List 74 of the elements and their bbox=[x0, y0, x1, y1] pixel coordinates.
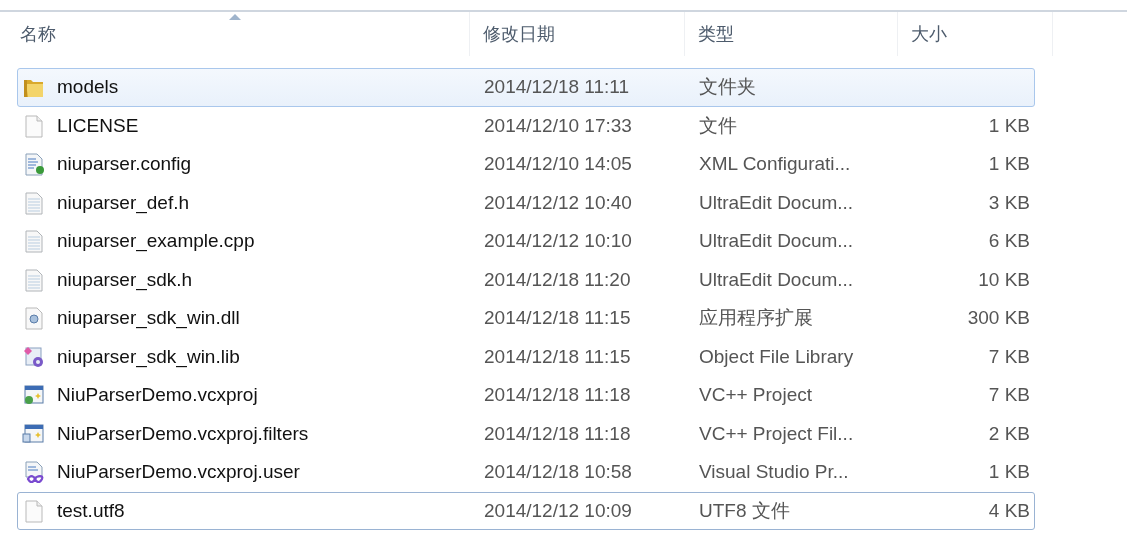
modified-date: 2014/12/18 10:58 bbox=[484, 461, 632, 483]
modified-date: 2014/12/10 17:33 bbox=[484, 114, 632, 136]
text-file-icon bbox=[22, 267, 46, 292]
column-header[interactable]: 名称 bbox=[0, 12, 470, 56]
library-icon bbox=[22, 344, 46, 369]
file-row[interactable]: niuparser.config 2014/12/10 14:05 XML Configurati... 1 KB bbox=[17, 145, 1035, 184]
file-type: VC++ Project Fil... bbox=[699, 422, 854, 444]
sort-arrow-icon bbox=[227, 13, 242, 20]
config-file-icon bbox=[22, 152, 46, 177]
file-type: UltraEdit Docum... bbox=[699, 191, 854, 213]
column-header[interactable]: 大小 bbox=[898, 12, 1053, 56]
file-name: LICENSE bbox=[57, 114, 139, 137]
modified-date: 2014/12/10 14:05 bbox=[484, 153, 632, 175]
file-size: 6 KB bbox=[988, 230, 1030, 252]
file-size: 10 KB bbox=[978, 268, 1030, 290]
file-type: XML Configurati... bbox=[699, 153, 851, 175]
file-row[interactable]: test.utf8 2014/12/12 10:09 UTF8 文件 4 KB bbox=[17, 491, 1035, 530]
file-type: 文件 bbox=[699, 114, 737, 136]
file-name: niuparser.config bbox=[57, 153, 192, 176]
file-size: 7 KB bbox=[988, 384, 1030, 406]
file-name: models bbox=[57, 76, 119, 99]
file-size: 1 KB bbox=[988, 461, 1030, 483]
file-row[interactable]: niuparser_sdk.h 2014/12/18 11:20 UltraEdit Docum... 10 KB bbox=[17, 260, 1035, 299]
text-file-icon bbox=[22, 190, 46, 215]
file-name: NiuParserDemo.vcxproj bbox=[57, 384, 258, 407]
file-icon bbox=[22, 498, 46, 523]
file-row[interactable]: niuparser_def.h 2014/12/12 10:40 UltraEdit Docum... 3 KB bbox=[17, 183, 1035, 222]
file-row[interactable]: models 2014/12/18 11:11 文件夹 bbox=[17, 68, 1035, 107]
file-name: NiuParserDemo.vcxproj.user bbox=[57, 461, 300, 484]
infinity-file-icon bbox=[22, 460, 46, 485]
file-type: Visual Studio Pr... bbox=[699, 461, 849, 483]
file-size: 3 KB bbox=[988, 191, 1030, 213]
file-row[interactable]: niuparser_sdk_win.lib 2014/12/18 11:15 Object File Library 7 KB bbox=[17, 337, 1035, 376]
file-type: Object File Library bbox=[699, 345, 854, 367]
file-name: niuparser_def.h bbox=[57, 191, 190, 214]
column-header[interactable]: 修改日期 bbox=[470, 12, 685, 56]
modified-date: 2014/12/12 10:40 bbox=[484, 191, 632, 213]
file-name: test.utf8 bbox=[57, 499, 125, 522]
file-name: niuparser_example.cpp bbox=[57, 230, 255, 253]
file-size: 300 KB bbox=[967, 307, 1030, 329]
file-name: niuparser_sdk_win.lib bbox=[57, 345, 240, 368]
file-row[interactable]: NiuParserDemo.vcxproj.filters 2014/12/18 11:18 VC++ Project Fil... 2 KB bbox=[17, 414, 1035, 453]
file-name: niuparser_sdk.h bbox=[57, 268, 193, 291]
file-type: UTF8 文件 bbox=[699, 499, 790, 521]
modified-date: 2014/12/18 11:18 bbox=[484, 384, 631, 406]
file-size: 1 KB bbox=[988, 114, 1030, 136]
file-name: NiuParserDemo.vcxproj.filters bbox=[57, 422, 309, 445]
column-header[interactable]: 类型 bbox=[685, 12, 898, 56]
modified-date: 2014/12/12 10:09 bbox=[484, 499, 632, 521]
file-size: 1 KB bbox=[988, 153, 1030, 175]
file-row[interactable]: NiuParserDemo.vcxproj 2014/12/18 11:18 VC++ Project 7 KB bbox=[17, 376, 1035, 415]
text-file-icon bbox=[22, 229, 46, 254]
modified-date: 2014/12/18 11:18 bbox=[484, 422, 631, 444]
file-row[interactable]: niuparser_sdk_win.dll 2014/12/18 11:15 应用程序扩展 300 KB bbox=[17, 299, 1035, 338]
modified-date: 2014/12/18 11:11 bbox=[484, 76, 630, 98]
gear-file-icon bbox=[22, 306, 46, 331]
file-icon bbox=[22, 113, 46, 138]
file-size: 4 KB bbox=[988, 499, 1030, 521]
modified-date: 2014/12/18 11:20 bbox=[484, 268, 631, 290]
project-filters-icon bbox=[22, 421, 46, 446]
modified-date: 2014/12/18 11:15 bbox=[484, 345, 631, 367]
file-row[interactable]: niuparser_example.cpp 2014/12/12 10:10 UltraEdit Docum... 6 KB bbox=[17, 222, 1035, 261]
file-type: UltraEdit Docum... bbox=[699, 268, 854, 290]
file-type: 文件夹 bbox=[699, 76, 756, 98]
file-type: VC++ Project bbox=[699, 384, 812, 406]
file-row[interactable]: LICENSE 2014/12/10 17:33 文件 1 KB bbox=[17, 106, 1035, 145]
file-row[interactable]: NiuParserDemo.vcxproj.user 2014/12/18 10:58 Visual Studio Pr... 1 KB bbox=[17, 453, 1035, 492]
file-type: UltraEdit Docum... bbox=[699, 230, 854, 252]
modified-date: 2014/12/12 10:10 bbox=[484, 230, 632, 252]
file-size: 7 KB bbox=[988, 345, 1030, 367]
modified-date: 2014/12/18 11:15 bbox=[484, 307, 631, 329]
file-name: niuparser_sdk_win.dll bbox=[57, 307, 240, 330]
file-size: 2 KB bbox=[988, 422, 1030, 444]
file-type: 应用程序扩展 bbox=[699, 307, 813, 329]
